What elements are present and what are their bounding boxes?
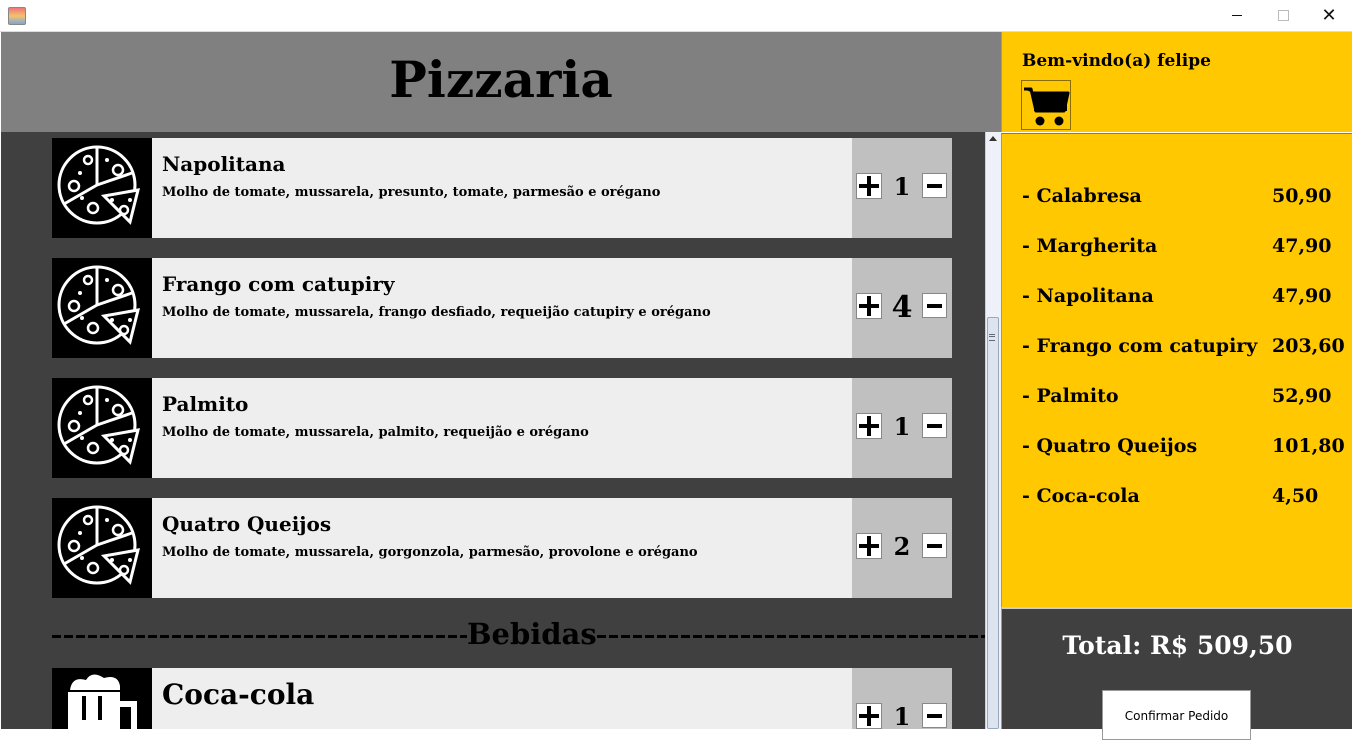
divider-line [52,634,467,638]
java-cup-icon [8,7,26,25]
window-titlebar: ✕ [0,0,1352,32]
item-name: Frango com catupiry [162,272,395,296]
menu-scrollbar[interactable] [985,132,1001,729]
quantity-value: 1 [893,172,911,201]
header: Pizzaria [1,32,1001,132]
minimize-icon [1232,15,1242,16]
menu-item: Palmito Molho de tomate, mussarela, palm… [52,378,952,478]
scroll-up-icon[interactable] [989,136,997,141]
maximize-icon [1277,10,1289,21]
minus-icon[interactable] [922,413,947,438]
menu-item: Coca-cola 1 [52,668,952,729]
order-item-price: 101,80 [1272,435,1345,457]
sidebar-header: Bem-vindo(a) felipe [1001,32,1352,132]
pizza-icon [52,498,152,598]
minimize-button[interactable] [1214,0,1260,31]
order-item-label: - Palmito [1022,385,1119,407]
plus-icon[interactable] [856,413,882,439]
menu-item: Napolitana Molho de tomate, mussarela, p… [52,138,952,238]
quantity-stepper: 1 [852,378,952,478]
quantity-stepper: 1 [852,138,952,238]
menu-item: Frango com catupiry Molho de tomate, mus… [52,258,952,358]
order-item-label: - Quatro Queijos [1022,435,1198,457]
minus-icon[interactable] [922,293,947,318]
close-icon: ✕ [1321,5,1337,26]
menu-list: Napolitana Molho de tomate, mussarela, p… [1,132,985,729]
cart-button[interactable] [1021,80,1071,130]
quantity-stepper: 4 [852,258,952,358]
order-item-price: 47,90 [1272,285,1332,307]
order-footer: Total: R$ 509,50 Confirmar Pedido [1001,607,1352,740]
order-item-price: 4,50 [1272,485,1319,507]
pizza-icon [52,378,152,478]
plus-icon[interactable] [856,293,882,319]
confirm-order-button[interactable]: Confirmar Pedido [1102,690,1251,740]
pizza-icon [52,258,152,358]
order-item-price: 47,90 [1272,235,1332,257]
order-list: - Calabresa 50,90 - Margherita 47,90 - N… [1001,133,1352,607]
maximize-button[interactable] [1260,0,1306,31]
order-total: Total: R$ 509,50 [1062,631,1293,660]
order-item-label: - Calabresa [1022,185,1142,207]
minus-icon[interactable] [922,533,947,558]
item-name: Coca-cola [162,678,315,711]
item-name: Napolitana [162,152,286,176]
plus-icon[interactable] [856,533,882,559]
menu-item: Quatro Queijos Molho de tomate, mussarel… [52,498,952,598]
quantity-value: 4 [891,290,913,325]
item-description: Molho de tomate, mussarela, gorgonzola, … [162,545,698,560]
order-item-label: - Coca-cola [1022,485,1140,507]
divider-line [596,634,985,638]
page-title: Pizzaria [389,50,613,109]
item-description: Molho de tomate, mussarela, palmito, req… [162,425,589,440]
grip-icon [989,334,995,341]
welcome-text: Bem-vindo(a) felipe [1022,51,1211,71]
minus-icon[interactable] [922,173,947,198]
quantity-value: 2 [893,532,911,561]
section-label: Bebidas [467,617,597,651]
order-item-price: 50,90 [1272,185,1332,207]
item-name: Palmito [162,392,249,416]
order-item-price: 52,90 [1272,385,1332,407]
quantity-value: 1 [893,702,911,729]
item-name: Quatro Queijos [162,512,332,536]
scrollbar-thumb[interactable] [987,317,999,729]
minus-icon[interactable] [922,703,947,728]
item-description: Molho de tomate, mussarela, frango desfi… [162,305,711,320]
quantity-stepper: 2 [852,498,952,598]
order-item-label: - Frango com catupiry [1022,335,1258,357]
item-description: Molho de tomate, mussarela, presunto, to… [162,185,661,200]
plus-icon[interactable] [856,703,882,729]
pizza-icon [52,138,152,238]
shopping-cart-icon [1024,87,1070,126]
plus-icon[interactable] [856,173,882,199]
section-divider: Bebidas [52,616,985,652]
order-item-price: 203,60 [1272,335,1345,357]
quantity-stepper: 1 [852,668,952,729]
order-item-label: - Napolitana [1022,285,1154,307]
quantity-value: 1 [893,412,911,441]
drink-mug-icon [52,668,152,729]
order-item-label: - Margherita [1022,235,1158,257]
close-button[interactable]: ✕ [1306,0,1352,31]
